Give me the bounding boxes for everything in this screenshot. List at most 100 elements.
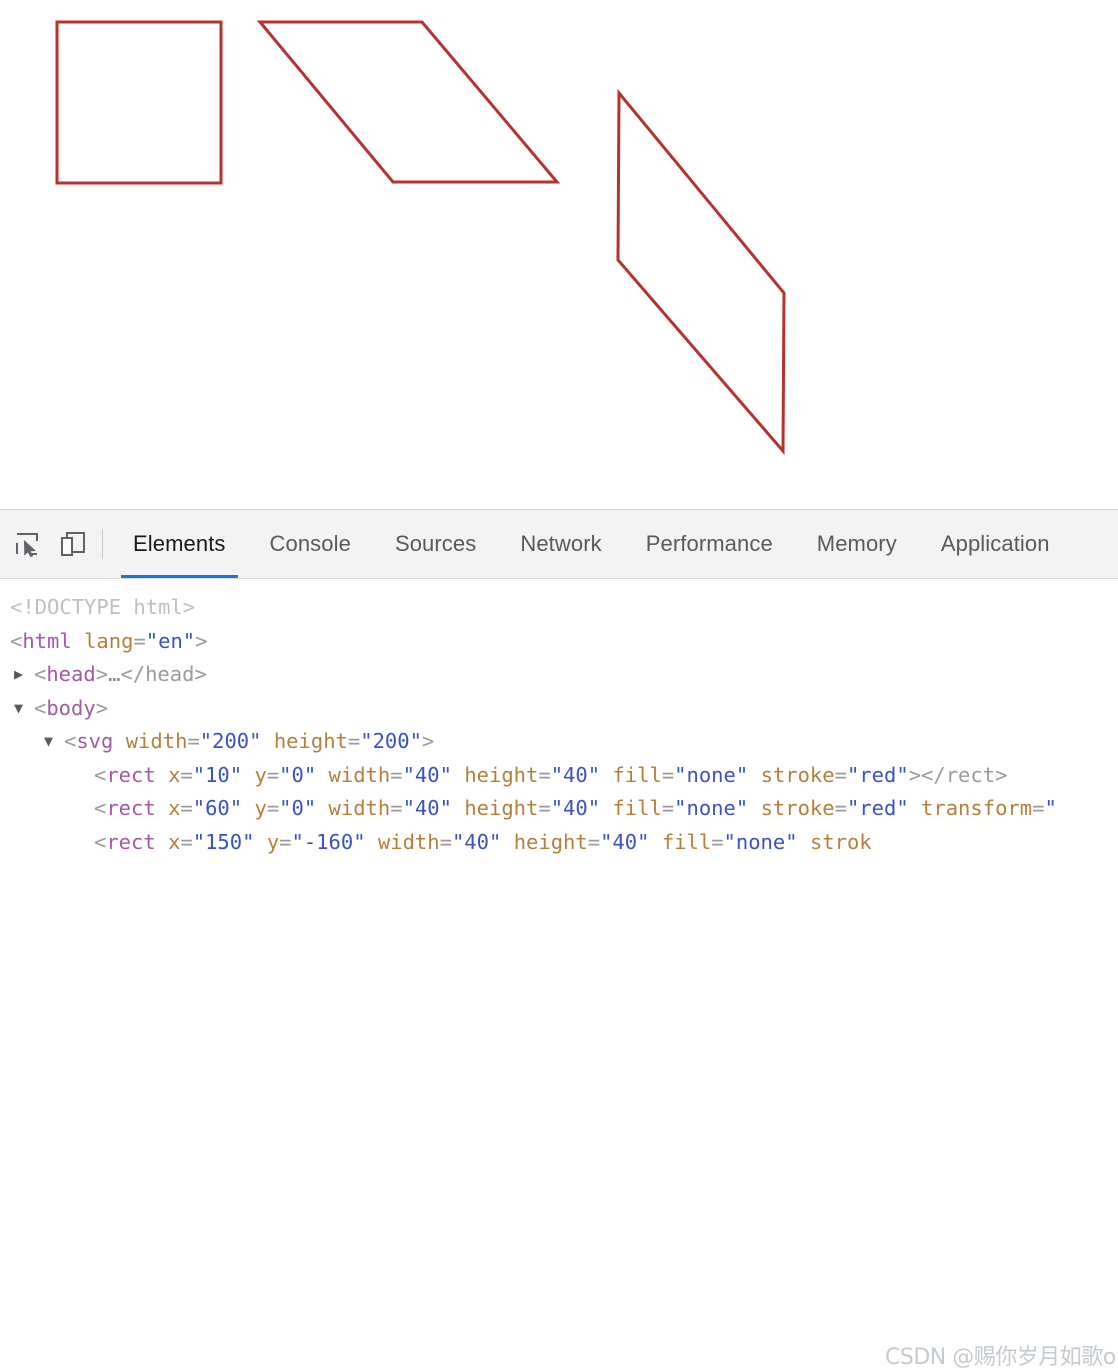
svg-attr-height: height bbox=[273, 729, 348, 753]
rect3-attr-strok: strok bbox=[809, 829, 872, 854]
chevron-down-icon[interactable]: ▼ bbox=[14, 692, 34, 726]
rect1-attr-width: width bbox=[328, 762, 391, 787]
rect3-val-y: "-160" bbox=[291, 829, 366, 854]
rect1-attr-y: y bbox=[254, 762, 267, 787]
dom-line-html[interactable]: <html lang="en"> bbox=[10, 625, 1118, 659]
rect2-attr-stroke: stroke bbox=[760, 796, 835, 820]
body-lt: < bbox=[34, 695, 47, 720]
rect3-eq-fill: = bbox=[711, 829, 724, 854]
svg-eq-height: = bbox=[347, 729, 361, 753]
rect1-val-stroke: "red" bbox=[846, 762, 909, 787]
rect2-eq-transform: = bbox=[1032, 796, 1045, 820]
tab-label: Console bbox=[269, 531, 351, 556]
rect2-eq-y: = bbox=[266, 796, 280, 820]
rect3-attr-y: y bbox=[266, 829, 280, 854]
rect-skewx bbox=[256, 20, 561, 184]
tab-label: Network bbox=[520, 531, 602, 556]
html-eq: = bbox=[133, 628, 146, 653]
head-gt: > bbox=[95, 662, 109, 686]
dom-tree[interactable]: <!DOCTYPE html> <html lang="en"> ▶ <head>… bbox=[0, 579, 1118, 863]
svg-tag: svg bbox=[76, 729, 114, 753]
tab-performance[interactable]: Performance bbox=[624, 510, 795, 578]
inspect-element-icon[interactable] bbox=[4, 521, 50, 567]
rect2-attr-height: height bbox=[464, 796, 539, 820]
rect2-val-stroke: "red" bbox=[846, 796, 909, 820]
rect3-attr-x: x bbox=[168, 829, 181, 854]
html-tag: html bbox=[22, 628, 72, 653]
svg-val-height: "200" bbox=[360, 729, 422, 753]
rect2-val-height: "40" bbox=[550, 796, 601, 820]
device-toolbar-icon[interactable] bbox=[50, 521, 96, 567]
rect1-eq-y: = bbox=[266, 762, 280, 787]
rect3-tag: rect bbox=[106, 829, 156, 854]
rect1-eq-stroke: = bbox=[834, 762, 847, 787]
rect2-tag: rect bbox=[106, 796, 156, 820]
head-close: </head> bbox=[120, 662, 207, 686]
rect2-val-fill: "none" bbox=[674, 796, 749, 820]
rect3-val-x: "150" bbox=[192, 829, 255, 854]
rect2-val-transform: " bbox=[1044, 796, 1057, 820]
svg-gt: > bbox=[421, 729, 435, 753]
devtools-toolbar: Elements Console Sources Network Performance… bbox=[0, 510, 1118, 579]
tab-console[interactable]: Console bbox=[248, 510, 373, 578]
dom-line-rect-3[interactable]: <rect x="150" y="-160" width="40" height… bbox=[10, 826, 1118, 860]
rect3-attr-fill: fill bbox=[661, 829, 712, 854]
rect1-gt: > bbox=[908, 762, 922, 787]
rect1-val-y: "0" bbox=[279, 762, 317, 787]
rect1-close: </rect> bbox=[921, 762, 1008, 787]
rect1-attr-fill: fill bbox=[612, 762, 662, 787]
rect3-eq-width: = bbox=[439, 829, 452, 854]
rect1-val-width: "40" bbox=[402, 762, 452, 787]
head-tag: head bbox=[46, 662, 96, 686]
rect1-attr-height: height bbox=[464, 762, 539, 787]
html-lang-value: "en" bbox=[145, 628, 196, 653]
rect3-lt: < bbox=[94, 829, 107, 854]
rect1-val-fill: "none" bbox=[674, 762, 749, 787]
rect3-eq-x: = bbox=[180, 829, 193, 854]
rect1-attr-stroke: stroke bbox=[760, 762, 835, 787]
svg-lt: < bbox=[64, 729, 77, 753]
rect1-eq-fill: = bbox=[661, 762, 675, 787]
rect1-eq-width: = bbox=[390, 762, 403, 787]
tab-elements[interactable]: Elements bbox=[111, 510, 248, 578]
tab-application[interactable]: Application bbox=[919, 510, 1072, 578]
rect2-val-width: "40" bbox=[402, 796, 452, 820]
rect3-val-width: "40" bbox=[451, 829, 502, 854]
dom-rect-lines: <rect x="10" y="0" width="40" height="40… bbox=[10, 759, 1118, 860]
dom-line-rect-2[interactable]: <rect x="60" y="0" width="40" height="40… bbox=[10, 792, 1118, 826]
rect2-attr-transform: transform bbox=[921, 796, 1033, 820]
tab-label: Sources bbox=[394, 531, 477, 556]
rect2-lt: < bbox=[94, 796, 107, 820]
dom-line-svg[interactable]: ▼ <svg width="200" height="200"> bbox=[10, 725, 1118, 759]
svg-eq-width: = bbox=[187, 729, 200, 753]
rect1-eq-x: = bbox=[180, 762, 193, 787]
chevron-right-icon[interactable]: ▶ bbox=[14, 658, 34, 692]
tab-network[interactable]: Network bbox=[498, 510, 623, 578]
dom-line-doctype[interactable]: <!DOCTYPE html> bbox=[10, 591, 1118, 625]
rect1-val-x: "10" bbox=[192, 762, 243, 787]
html-gt: > bbox=[195, 628, 208, 653]
rect3-eq-height: = bbox=[587, 829, 601, 854]
rect2-eq-fill: = bbox=[661, 796, 675, 820]
dom-line-head[interactable]: ▶ <head>…</head> bbox=[10, 658, 1118, 692]
doctype-text: <!DOCTYPE html> bbox=[10, 595, 196, 619]
rect2-val-x: "60" bbox=[192, 796, 243, 820]
rect2-attr-y: y bbox=[254, 796, 267, 820]
tab-label: Memory bbox=[816, 531, 897, 556]
tab-sources[interactable]: Sources bbox=[373, 510, 498, 578]
devtools-tab-list: Elements Console Sources Network Performance… bbox=[111, 510, 1118, 578]
svg-shape-canvas bbox=[55, 20, 786, 456]
tab-memory[interactable]: Memory bbox=[795, 510, 919, 578]
rect1-val-height: "40" bbox=[550, 762, 601, 787]
body-tag: body bbox=[46, 695, 96, 720]
rect3-eq-y: = bbox=[279, 829, 292, 854]
svg-val-width: "200" bbox=[199, 729, 262, 753]
rect-skewy bbox=[616, 88, 786, 456]
tab-label: Elements bbox=[133, 531, 226, 556]
tab-label: Performance bbox=[645, 531, 773, 556]
dom-line-rect-1[interactable]: <rect x="10" y="0" width="40" height="40… bbox=[10, 759, 1118, 793]
csdn-watermark: CSDN @赐你岁月如歌o bbox=[885, 1345, 1116, 1370]
head-ellipsis[interactable]: … bbox=[108, 662, 120, 686]
html-lt: < bbox=[10, 628, 23, 653]
dom-line-body[interactable]: ▼ <body> bbox=[10, 692, 1118, 726]
